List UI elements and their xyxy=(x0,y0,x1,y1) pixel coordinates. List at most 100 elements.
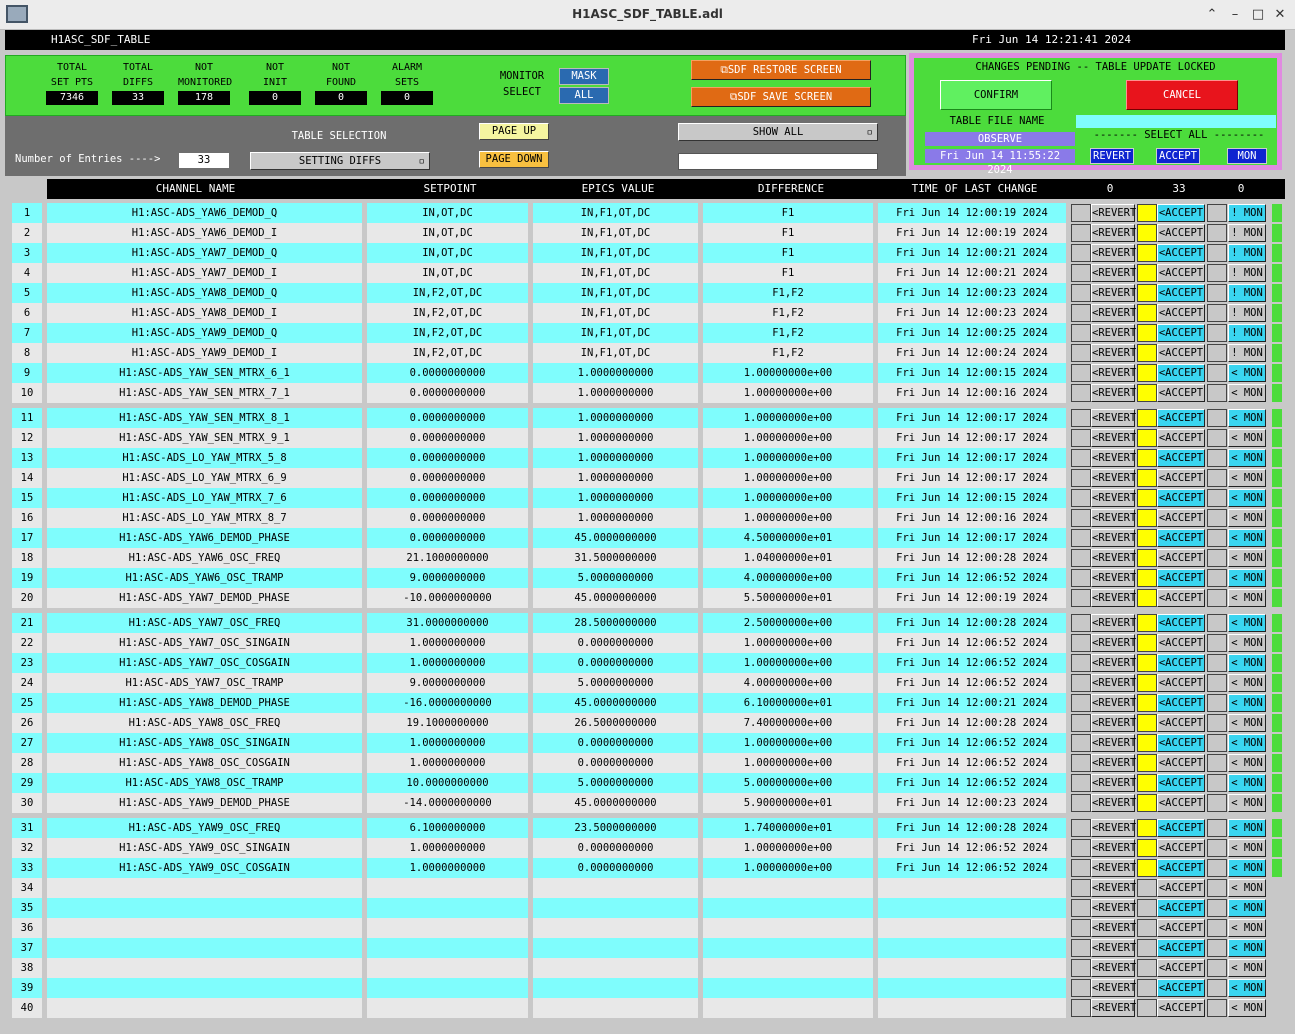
accept-checkbox[interactable] xyxy=(1137,344,1157,362)
accept-checkbox[interactable] xyxy=(1137,654,1157,672)
mon-checkbox[interactable] xyxy=(1207,919,1227,937)
accept-button[interactable]: <ACCEPT xyxy=(1157,244,1205,262)
mon-checkbox[interactable] xyxy=(1207,264,1227,282)
revert-checkbox[interactable] xyxy=(1071,549,1091,567)
revert-checkbox[interactable] xyxy=(1071,734,1091,752)
mon-checkbox[interactable] xyxy=(1207,569,1227,587)
mon-checkbox[interactable] xyxy=(1207,899,1227,917)
revert-checkbox[interactable] xyxy=(1071,999,1091,1017)
mon-checkbox[interactable] xyxy=(1207,469,1227,487)
mon-checkbox[interactable] xyxy=(1207,714,1227,732)
accept-button[interactable]: <ACCEPT xyxy=(1157,859,1205,877)
mon-checkbox[interactable] xyxy=(1207,344,1227,362)
accept-button[interactable]: <ACCEPT xyxy=(1157,674,1205,692)
revert-button[interactable]: <REVERT xyxy=(1091,224,1136,242)
all-button[interactable]: ALL xyxy=(559,87,609,104)
accept-button[interactable]: <ACCEPT xyxy=(1157,634,1205,652)
accept-button[interactable]: <ACCEPT xyxy=(1157,794,1205,812)
revert-button[interactable]: <REVERT xyxy=(1091,529,1136,547)
mon-checkbox[interactable] xyxy=(1207,939,1227,957)
revert-checkbox[interactable] xyxy=(1071,284,1091,302)
select-all-mon-button[interactable]: MON xyxy=(1227,148,1267,164)
accept-checkbox[interactable] xyxy=(1137,754,1157,772)
accept-checkbox[interactable] xyxy=(1137,589,1157,607)
mon-checkbox[interactable] xyxy=(1207,529,1227,547)
revert-checkbox[interactable] xyxy=(1071,839,1091,857)
accept-checkbox[interactable] xyxy=(1137,979,1157,997)
mon-checkbox[interactable] xyxy=(1207,589,1227,607)
revert-checkbox[interactable] xyxy=(1071,529,1091,547)
accept-button[interactable]: <ACCEPT xyxy=(1157,489,1205,507)
accept-button[interactable]: <ACCEPT xyxy=(1157,714,1205,732)
revert-button[interactable]: <REVERT xyxy=(1091,409,1136,427)
accept-button[interactable]: <ACCEPT xyxy=(1157,324,1205,342)
revert-checkbox[interactable] xyxy=(1071,489,1091,507)
revert-checkbox[interactable] xyxy=(1071,304,1091,322)
revert-checkbox[interactable] xyxy=(1071,449,1091,467)
page-up-button[interactable]: PAGE UP xyxy=(479,123,549,140)
revert-button[interactable]: <REVERT xyxy=(1091,879,1136,897)
accept-button[interactable]: <ACCEPT xyxy=(1157,449,1205,467)
revert-button[interactable]: <REVERT xyxy=(1091,714,1136,732)
mon-button[interactable]: < MON xyxy=(1228,794,1266,812)
revert-button[interactable]: <REVERT xyxy=(1091,204,1136,222)
mon-checkbox[interactable] xyxy=(1207,429,1227,447)
revert-button[interactable]: <REVERT xyxy=(1091,754,1136,772)
mon-button[interactable]: < MON xyxy=(1228,879,1266,897)
revert-button[interactable]: <REVERT xyxy=(1091,694,1136,712)
revert-button[interactable]: <REVERT xyxy=(1091,244,1136,262)
accept-button[interactable]: <ACCEPT xyxy=(1157,819,1205,837)
mon-button[interactable]: < MON xyxy=(1228,614,1266,632)
revert-button[interactable]: <REVERT xyxy=(1091,469,1136,487)
mon-checkbox[interactable] xyxy=(1207,754,1227,772)
mon-checkbox[interactable] xyxy=(1207,774,1227,792)
revert-button[interactable]: <REVERT xyxy=(1091,919,1136,937)
revert-button[interactable]: <REVERT xyxy=(1091,304,1136,322)
mon-button[interactable]: ! MON xyxy=(1228,244,1266,262)
revert-checkbox[interactable] xyxy=(1071,754,1091,772)
revert-checkbox[interactable] xyxy=(1071,224,1091,242)
revert-button[interactable]: <REVERT xyxy=(1091,324,1136,342)
mon-checkbox[interactable] xyxy=(1207,224,1227,242)
accept-button[interactable]: <ACCEPT xyxy=(1157,569,1205,587)
revert-checkbox[interactable] xyxy=(1071,959,1091,977)
accept-button[interactable]: <ACCEPT xyxy=(1157,264,1205,282)
accept-checkbox[interactable] xyxy=(1137,429,1157,447)
revert-button[interactable]: <REVERT xyxy=(1091,979,1136,997)
accept-checkbox[interactable] xyxy=(1137,694,1157,712)
page-down-button[interactable]: PAGE DOWN xyxy=(479,151,549,168)
accept-button[interactable]: <ACCEPT xyxy=(1157,284,1205,302)
mon-checkbox[interactable] xyxy=(1207,674,1227,692)
mon-button[interactable]: < MON xyxy=(1228,859,1266,877)
mon-button[interactable]: < MON xyxy=(1228,999,1266,1017)
revert-button[interactable]: <REVERT xyxy=(1091,634,1136,652)
mon-checkbox[interactable] xyxy=(1207,204,1227,222)
accept-button[interactable]: <ACCEPT xyxy=(1157,879,1205,897)
mon-button[interactable]: < MON xyxy=(1228,654,1266,672)
revert-checkbox[interactable] xyxy=(1071,469,1091,487)
mon-button[interactable]: < MON xyxy=(1228,429,1266,447)
revert-button[interactable]: <REVERT xyxy=(1091,959,1136,977)
revert-checkbox[interactable] xyxy=(1071,774,1091,792)
accept-checkbox[interactable] xyxy=(1137,244,1157,262)
accept-button[interactable]: <ACCEPT xyxy=(1157,774,1205,792)
accept-button[interactable]: <ACCEPT xyxy=(1157,429,1205,447)
accept-button[interactable]: <ACCEPT xyxy=(1157,384,1205,402)
accept-checkbox[interactable] xyxy=(1137,939,1157,957)
revert-button[interactable]: <REVERT xyxy=(1091,999,1136,1017)
revert-button[interactable]: <REVERT xyxy=(1091,264,1136,282)
revert-button[interactable]: <REVERT xyxy=(1091,819,1136,837)
select-all-revert-button[interactable]: REVERT xyxy=(1090,148,1134,164)
accept-button[interactable]: <ACCEPT xyxy=(1157,364,1205,382)
mon-button[interactable]: < MON xyxy=(1228,839,1266,857)
mon-checkbox[interactable] xyxy=(1207,879,1227,897)
revert-checkbox[interactable] xyxy=(1071,264,1091,282)
revert-checkbox[interactable] xyxy=(1071,879,1091,897)
revert-button[interactable]: <REVERT xyxy=(1091,774,1136,792)
mon-checkbox[interactable] xyxy=(1207,734,1227,752)
accept-checkbox[interactable] xyxy=(1137,714,1157,732)
accept-checkbox[interactable] xyxy=(1137,449,1157,467)
accept-button[interactable]: <ACCEPT xyxy=(1157,529,1205,547)
revert-button[interactable]: <REVERT xyxy=(1091,654,1136,672)
accept-button[interactable]: <ACCEPT xyxy=(1157,734,1205,752)
